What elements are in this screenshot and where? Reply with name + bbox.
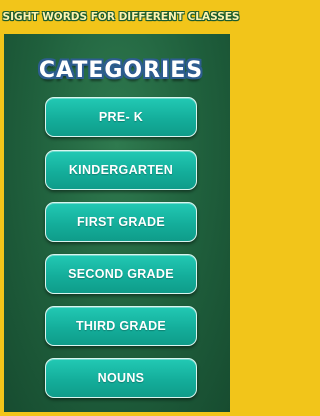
category-button-label: NOUNS bbox=[97, 371, 145, 385]
top-banner: SIGHT WORDS FOR DIFFERENT CLASSES bbox=[2, 0, 240, 34]
category-button-kindergarten[interactable]: KINDERGARTEN bbox=[45, 150, 197, 190]
category-button-first-grade[interactable]: FIRST GRADE bbox=[45, 202, 197, 242]
category-button-second-grade[interactable]: SECOND GRADE bbox=[45, 254, 197, 294]
category-button-label: SECOND GRADE bbox=[68, 267, 174, 281]
app-title: SIGHT WORDS FOR DIFFERENT CLASSES bbox=[2, 11, 240, 23]
category-button-label: KINDERGARTEN bbox=[68, 163, 174, 177]
category-button-label: PRE- K bbox=[98, 110, 144, 124]
chalkboard-frame: SIGHT WORDS FOR DIFFERENT CLASSES CATEGO… bbox=[0, 0, 240, 416]
category-button-third-grade[interactable]: THIRD GRADE bbox=[45, 306, 197, 346]
category-menu: PRE- K KINDERGARTEN FIRST GRADE SECOND G… bbox=[8, 34, 234, 412]
category-button-pre-k[interactable]: PRE- K bbox=[45, 97, 197, 137]
category-button-nouns[interactable]: NOUNS bbox=[45, 358, 197, 398]
chalkboard: CATEGORIES PRE- K KINDERGARTEN FIRST GRA… bbox=[8, 34, 234, 412]
category-button-label: FIRST GRADE bbox=[76, 215, 166, 229]
category-button-label: THIRD GRADE bbox=[75, 319, 167, 333]
